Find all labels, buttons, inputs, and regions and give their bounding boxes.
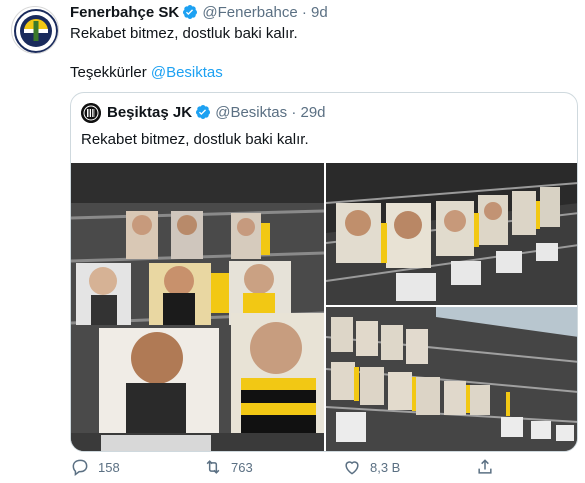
author-avatar[interactable] xyxy=(11,6,59,54)
reply-button[interactable]: 158 xyxy=(70,454,120,480)
tweet-timestamp[interactable]: 9d xyxy=(311,4,328,21)
quoted-tweet-header: Beşiktaş JK @Besiktas · 29d xyxy=(107,104,326,125)
separator-dot: · xyxy=(301,4,307,21)
retweet-icon xyxy=(203,457,223,477)
author-handle[interactable]: @Fenerbahce xyxy=(202,4,297,21)
tweet-text-thanks: Teşekkürler xyxy=(70,64,151,81)
stadium-photo-3[interactable] xyxy=(326,307,577,451)
retweet-button[interactable]: 763 xyxy=(203,454,253,480)
quoted-author-avatar[interactable] xyxy=(81,103,101,123)
like-button[interactable]: 8,3 B xyxy=(342,454,400,480)
photo-grid xyxy=(71,163,577,451)
quoted-separator-dot: · xyxy=(291,104,297,121)
quoted-tweet-text: Rekabet bitmez, dostluk baki kalır. xyxy=(81,131,309,148)
share-icon xyxy=(475,457,495,477)
tweet-text-line2: Teşekkürler @Besiktas xyxy=(70,63,223,83)
quoted-tweet-card[interactable]: Beşiktaş JK @Besiktas · 29d Rekabet bitm… xyxy=(70,92,578,452)
verified-badge-icon xyxy=(182,4,198,25)
quoted-author-name[interactable]: Beşiktaş JK xyxy=(107,104,192,121)
tweet-text-line1: Rekabet bitmez, dostluk baki kalır. xyxy=(70,25,298,42)
tweet-header: Fenerbahçe SK @Fenerbahce · 9d xyxy=(70,4,328,22)
author-name[interactable]: Fenerbahçe SK xyxy=(70,4,179,21)
like-count: 8,3 B xyxy=(370,459,401,475)
retweet-count: 763 xyxy=(231,459,253,475)
reply-count: 158 xyxy=(98,459,120,475)
like-icon xyxy=(342,457,362,477)
mention-link[interactable]: @Besiktas xyxy=(151,64,223,81)
quoted-verified-badge-icon xyxy=(195,104,211,125)
share-button[interactable] xyxy=(475,454,503,480)
quoted-author-handle[interactable]: @Besiktas xyxy=(215,104,287,121)
besiktas-crest-icon xyxy=(81,103,101,123)
quoted-timestamp[interactable]: 29d xyxy=(301,104,326,121)
tweet-action-bar: 158 763 8,3 B xyxy=(70,454,570,480)
fenerbahce-crest-icon xyxy=(14,9,58,53)
stadium-photo-1[interactable] xyxy=(71,163,324,451)
reply-icon xyxy=(70,457,90,477)
stadium-photo-2[interactable] xyxy=(326,163,577,305)
